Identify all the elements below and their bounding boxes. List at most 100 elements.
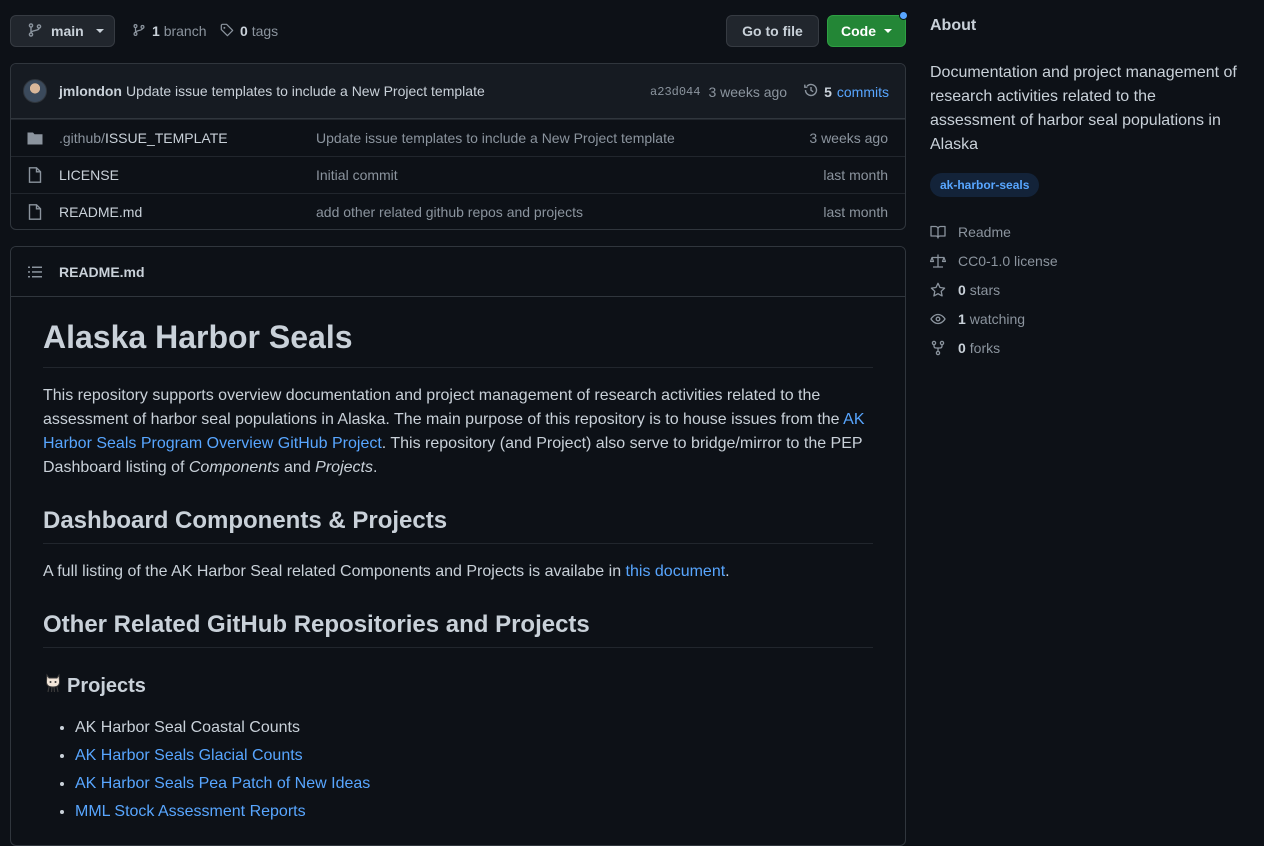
code-button-label: Code xyxy=(841,23,876,39)
this-document-link[interactable]: this document xyxy=(626,563,726,580)
list-item: MML Stock Assessment Reports xyxy=(75,798,873,826)
stars-count: 0 xyxy=(958,281,966,298)
repo-topbar: main 1 branch 0 tags Go to file Code xyxy=(10,11,908,47)
branch-name: main xyxy=(51,23,84,39)
intro-text: This repository supports overview docume… xyxy=(43,387,844,428)
chevron-down-icon xyxy=(95,29,104,33)
file-name: README.md xyxy=(59,204,143,220)
watchers-link[interactable]: 1 watching xyxy=(930,304,1240,333)
git-branch-icon xyxy=(132,23,146,40)
intro-emphasis: Components xyxy=(188,459,280,476)
about-heading: About xyxy=(930,17,977,34)
git-branch-icon xyxy=(27,22,43,41)
readme-label: Readme xyxy=(958,223,1011,240)
octocat-icon xyxy=(43,672,63,700)
commits-label: commits xyxy=(836,83,889,100)
file-name: ISSUE_TEMPLATE xyxy=(104,130,228,146)
dashboard-text: . xyxy=(725,563,730,580)
file-commit-message-link[interactable]: Initial commit xyxy=(316,167,398,183)
file-icon xyxy=(27,167,43,183)
repo-stats: Readme CC0-1.0 license 0 stars 1 watchin… xyxy=(930,217,1240,362)
commit-message-link[interactable]: Update issue templates to include a New … xyxy=(126,83,485,99)
commit-meta: a23d044 3 weeks ago 5 commits xyxy=(650,64,889,119)
file-name: LICENSE xyxy=(59,167,119,183)
tags-count: 0 xyxy=(240,23,248,39)
readme-panel: README.md Alaska Harbor Seals This repos… xyxy=(10,246,906,846)
commit-age: 3 weeks ago xyxy=(708,83,788,100)
dashboard-heading: Dashboard Components & Projects xyxy=(43,506,873,544)
readme-link[interactable]: Readme xyxy=(930,217,1240,246)
intro-text: . xyxy=(372,459,378,476)
branches-count: 1 xyxy=(152,23,160,39)
tags-label: tags xyxy=(251,23,279,39)
list-item: AK Harbor Seal Coastal Counts xyxy=(75,714,873,742)
commit-sha-link[interactable]: a23d044 xyxy=(650,85,700,99)
branches-link[interactable]: 1 branch xyxy=(132,15,207,47)
table-of-contents-icon[interactable] xyxy=(27,264,43,280)
file-row[interactable]: README.md add other related github repos… xyxy=(11,193,905,229)
file-row[interactable]: .github/ISSUE_TEMPLATE Update issue temp… xyxy=(11,119,905,156)
repo-forked-icon xyxy=(930,340,946,356)
tags-link[interactable]: 0 tags xyxy=(220,15,278,47)
forks-label: forks xyxy=(969,339,1001,356)
star-icon xyxy=(930,282,946,298)
go-to-file-button[interactable]: Go to file xyxy=(726,15,819,47)
readme-header: README.md xyxy=(11,247,905,297)
chevron-down-icon xyxy=(884,29,892,33)
stars-link[interactable]: 0 stars xyxy=(930,275,1240,304)
tag-icon xyxy=(220,23,234,40)
license-label: CC0-1.0 license xyxy=(958,252,1058,269)
intro-emphasis: Projects xyxy=(315,459,373,476)
latest-commit-bar: jmlondon Update issue templates to inclu… xyxy=(11,64,905,119)
readme-intro-paragraph: This repository supports overview docume… xyxy=(43,384,873,480)
topic-tag[interactable]: ak-harbor-seals xyxy=(930,173,1040,197)
file-dir-prefix: .github/ xyxy=(59,130,105,146)
branches-label: branch xyxy=(163,23,207,39)
file-commit-message-link[interactable]: add other related github repos and proje… xyxy=(316,204,583,220)
forks-link[interactable]: 0 forks xyxy=(930,333,1240,362)
related-repos-heading: Other Related GitHub Repositories and Pr… xyxy=(43,610,873,648)
dashboard-text: A full listing of the AK Harbor Seal rel… xyxy=(43,563,626,580)
watching-label: watching xyxy=(969,310,1026,327)
list-item: AK Harbor Seals Glacial Counts xyxy=(75,742,873,770)
avatar[interactable] xyxy=(23,79,47,103)
file-row[interactable]: LICENSE Initial commit last month xyxy=(11,156,905,193)
stars-label: stars xyxy=(969,281,1001,298)
law-icon xyxy=(930,253,946,269)
file-age: 3 weeks ago xyxy=(809,130,888,146)
history-icon xyxy=(803,82,819,101)
dashboard-paragraph: A full listing of the AK Harbor Seal rel… xyxy=(43,560,873,584)
projects-heading-text: Projects xyxy=(67,674,146,697)
file-icon xyxy=(27,204,43,220)
readme-filename-link[interactable]: README.md xyxy=(59,264,145,280)
book-icon xyxy=(930,224,946,240)
file-browser: jmlondon Update issue templates to inclu… xyxy=(10,63,906,230)
folder-icon xyxy=(27,130,43,146)
readme-title: Alaska Harbor Seals xyxy=(43,317,873,368)
file-name-link[interactable]: LICENSE xyxy=(59,167,316,183)
code-button[interactable]: Code xyxy=(827,11,908,47)
file-age: last month xyxy=(823,204,888,220)
branch-select-button[interactable]: main xyxy=(10,15,115,47)
commits-history-link[interactable]: 5 commits xyxy=(803,82,889,101)
list-item: AK Harbor Seals Pea Patch of New Ideas xyxy=(75,770,873,798)
about-sidebar: About Documentation and project manageme… xyxy=(930,17,1240,362)
watching-count: 1 xyxy=(958,310,966,327)
commit-author-link[interactable]: jmlondon xyxy=(59,83,122,99)
projects-list: AK Harbor Seal Coastal Counts AK Harbor … xyxy=(43,714,873,826)
eye-icon xyxy=(930,311,946,327)
pea-patch-link[interactable]: AK Harbor Seals Pea Patch of New Ideas xyxy=(75,775,370,792)
file-age: last month xyxy=(823,167,888,183)
forks-count: 0 xyxy=(958,339,966,356)
stock-assessment-reports-link[interactable]: MML Stock Assessment Reports xyxy=(75,803,306,820)
file-name-link[interactable]: .github/ISSUE_TEMPLATE xyxy=(59,130,316,146)
readme-content: Alaska Harbor Seals This repository supp… xyxy=(11,297,905,826)
glacial-counts-link[interactable]: AK Harbor Seals Glacial Counts xyxy=(75,747,303,764)
notification-dot xyxy=(899,11,908,20)
file-commit-message-link[interactable]: Update issue templates to include a New … xyxy=(316,130,675,146)
projects-heading: Projects xyxy=(43,672,873,700)
repo-description: Documentation and project management of … xyxy=(930,64,1237,153)
license-link[interactable]: CC0-1.0 license xyxy=(930,246,1240,275)
commits-count: 5 xyxy=(824,83,832,100)
file-name-link[interactable]: README.md xyxy=(59,204,316,220)
